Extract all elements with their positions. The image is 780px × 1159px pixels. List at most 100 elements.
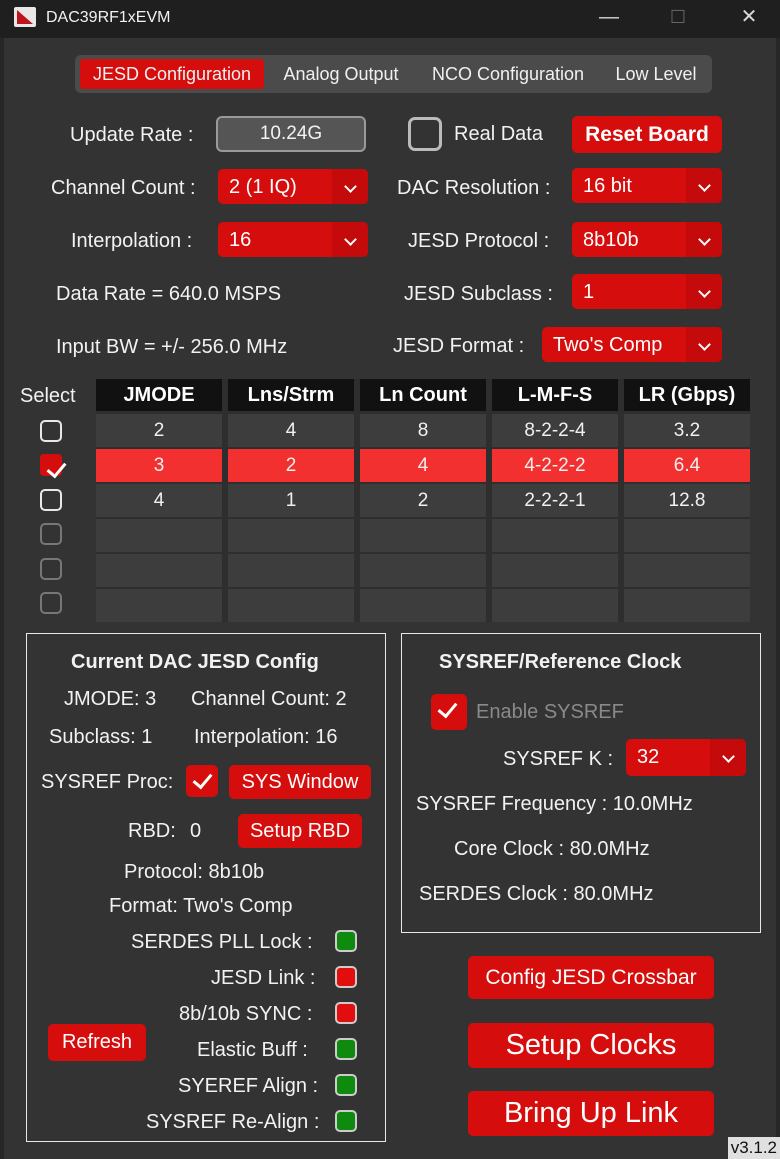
table-cell [228, 554, 354, 587]
current-protocol: Protocol: 8b10b [124, 861, 265, 883]
sysref-frequency: SYSREF Frequency : 10.0MHz [416, 793, 693, 815]
current-subclass: Subclass: 1 [49, 726, 153, 748]
jesd-subclass-dropdown[interactable]: 1 [572, 274, 722, 309]
dac-resolution-value: 16 bit [583, 175, 632, 197]
tab-analog-output[interactable]: Analog Output [271, 59, 411, 89]
jesd-format-dropdown[interactable]: Two's Comp [542, 327, 722, 362]
status-led-serdes-pll-lock [335, 930, 357, 952]
tab-jesd-configuration[interactable]: JESD Configuration [80, 59, 264, 89]
table-cell [228, 519, 354, 552]
current-format: Format: Two's Comp [109, 895, 293, 917]
status-label-serdes-pll-lock: SERDES PLL Lock : [131, 931, 313, 953]
row-select-checkbox-6[interactable] [40, 592, 62, 614]
real-data-checkbox[interactable] [408, 117, 442, 151]
table-cell: 4-2-2-2 [492, 449, 618, 482]
tab-low-level[interactable]: Low Level [605, 59, 707, 89]
row-select-checkbox-5[interactable] [40, 558, 62, 580]
status-label-sysref-realign: SYSREF Re-Align : [146, 1111, 320, 1133]
table-cell: 2 [360, 484, 486, 517]
serdes-clock: SERDES Clock : 80.0MHz [419, 883, 654, 905]
dac-resolution-dropdown[interactable]: 16 bit [572, 168, 722, 203]
jesd-subclass-value: 1 [583, 281, 595, 303]
jmode-table: JMODE Lns/Strm Ln Count L-M-F-S LR (Gbps… [96, 379, 750, 622]
tab-nco-configuration[interactable]: NCO Configuration [419, 59, 597, 89]
table-cell: 3.2 [624, 414, 750, 447]
chevron-down-icon [686, 327, 722, 362]
chevron-down-icon [710, 739, 746, 776]
real-data-label: Real Data [454, 123, 543, 145]
current-interpolation: Interpolation: 16 [194, 726, 338, 748]
status-led-elastic-buff [335, 1038, 357, 1060]
row-select-checkbox-3[interactable] [40, 489, 62, 511]
table-cell: 2 [228, 449, 354, 482]
status-led-syeref-align [335, 1074, 357, 1096]
table-cell [624, 554, 750, 587]
interpolation-dropdown[interactable]: 16 [218, 222, 368, 257]
table-cell [624, 589, 750, 622]
jesd-protocol-dropdown[interactable]: 8b10b [572, 222, 722, 257]
row-select-checkbox-2[interactable] [40, 454, 62, 476]
current-channel-count: Channel Count: 2 [191, 688, 347, 710]
interpolation-label: Interpolation : [71, 230, 193, 252]
table-cell [492, 519, 618, 552]
rbd-label: RBD: [128, 820, 176, 842]
table-cell [228, 589, 354, 622]
refresh-button[interactable]: Refresh [48, 1024, 146, 1061]
jesd-format-label: JESD Format : [393, 335, 525, 357]
update-rate-field[interactable]: 10.24G [216, 116, 366, 152]
header-ln-count: Ln Count [360, 379, 486, 411]
sys-window-button[interactable]: SYS Window [229, 765, 371, 799]
header-lmfs: L-M-F-S [492, 379, 618, 411]
reset-board-button[interactable]: Reset Board [572, 116, 722, 153]
sysref-k-label: SYSREF K : [503, 748, 614, 770]
table-cell: 4 [96, 484, 222, 517]
table-cell: 2 [96, 414, 222, 447]
core-clock: Core Clock : 80.0MHz [454, 838, 650, 860]
jesd-protocol-value: 8b10b [583, 229, 639, 251]
current-jmode: JMODE: 3 [64, 688, 157, 710]
title-bar: DAC39RF1xEVM — ☐ ✕ [0, 0, 780, 38]
dac-resolution-label: DAC Resolution : [397, 177, 551, 199]
header-jmode: JMODE [96, 379, 222, 411]
bring-up-link-button[interactable]: Bring Up Link [468, 1091, 714, 1136]
status-led-sync [335, 1002, 357, 1024]
interpolation-value: 16 [229, 229, 252, 251]
chevron-down-icon [686, 274, 722, 309]
status-label-syeref-align: SYEREF Align : [178, 1075, 319, 1097]
status-label-sync: 8b/10b SYNC : [179, 1003, 313, 1025]
table-cell: 6.4 [624, 449, 750, 482]
table-cell: 4 [228, 414, 354, 447]
status-led-sysref-realign [335, 1110, 357, 1132]
config-jesd-crossbar-button[interactable]: Config JESD Crossbar [468, 956, 714, 999]
setup-rbd-button[interactable]: Setup RBD [238, 814, 362, 848]
row-select-checkbox-1[interactable] [40, 420, 62, 442]
minimize-button[interactable]: — [586, 0, 632, 34]
table-cell [96, 589, 222, 622]
sysref-proc-label: SYSREF Proc: [41, 771, 174, 793]
status-led-jesd-link [335, 966, 357, 988]
jesd-format-value: Two's Comp [553, 334, 663, 356]
sysref-k-value: 32 [637, 746, 660, 768]
status-label-elastic-buff: Elastic Buff : [197, 1039, 308, 1061]
setup-clocks-button[interactable]: Setup Clocks [468, 1023, 714, 1068]
version-label: v3.1.2 [727, 1137, 780, 1159]
table-cell: 1 [228, 484, 354, 517]
row-select-checkbox-4[interactable] [40, 523, 62, 545]
table-cell [360, 554, 486, 587]
window-title: DAC39RF1xEVM [46, 9, 171, 26]
update-rate-label: Update Rate : [70, 124, 194, 146]
table-cell [492, 589, 618, 622]
enable-sysref-checkbox[interactable] [431, 694, 467, 730]
enable-sysref-label: Enable SYSREF [476, 701, 624, 723]
sysref-k-dropdown[interactable]: 32 [626, 739, 746, 776]
tab-bar: JESD Configuration Analog Output NCO Con… [75, 55, 712, 93]
channel-count-dropdown[interactable]: 2 (1 IQ) [218, 169, 368, 204]
app-icon [14, 7, 36, 27]
sysref-proc-checkbox[interactable] [186, 765, 218, 797]
table-cell: 8-2-2-4 [492, 414, 618, 447]
maximize-button[interactable]: ☐ [655, 0, 701, 34]
close-button[interactable]: ✕ [726, 0, 772, 34]
table-cell [96, 519, 222, 552]
table-cell: 8 [360, 414, 486, 447]
table-cell [360, 519, 486, 552]
